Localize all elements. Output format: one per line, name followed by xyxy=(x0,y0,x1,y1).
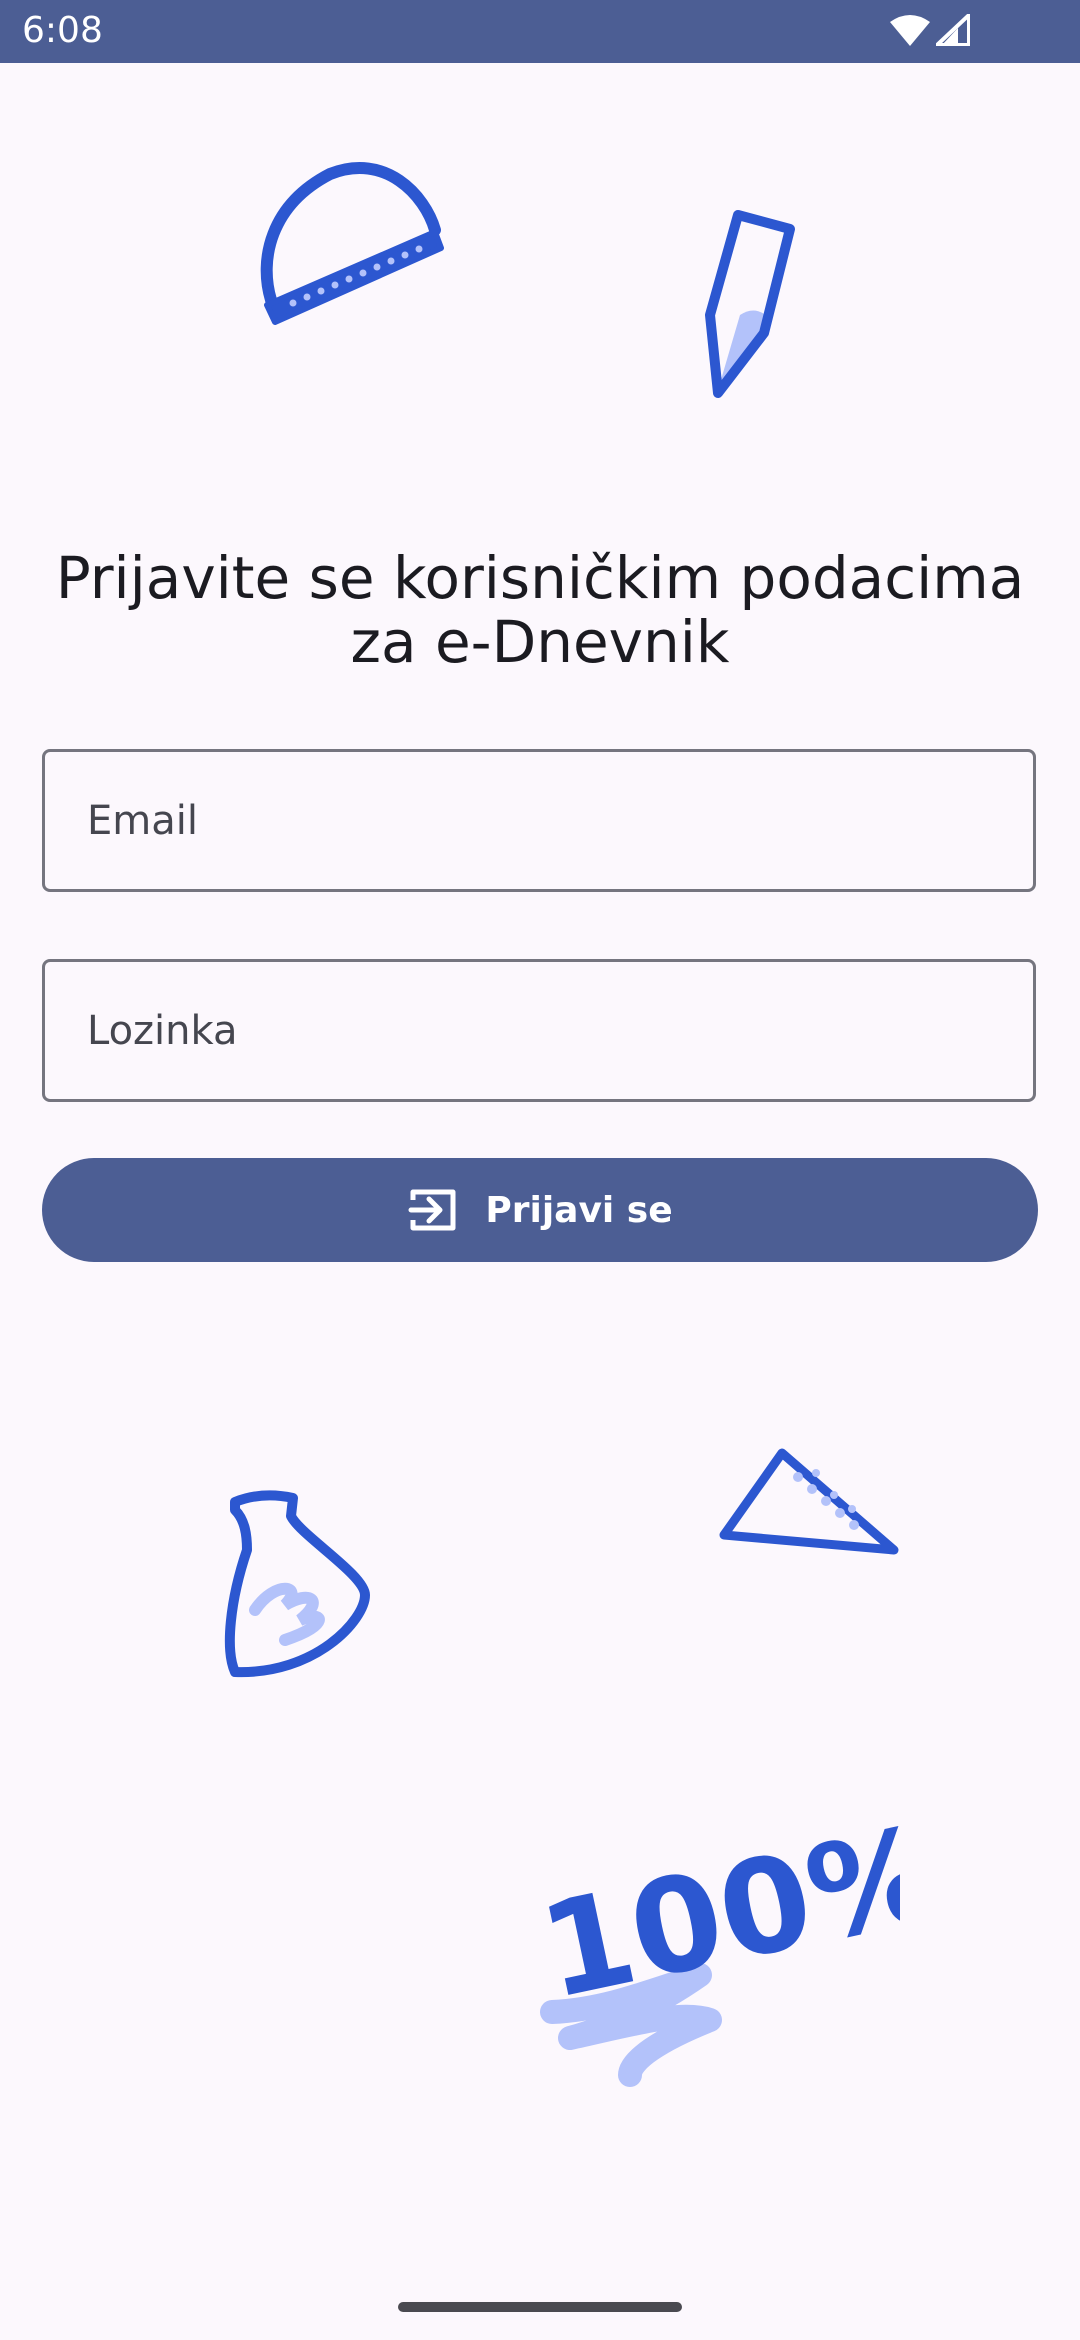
hundred-percent-doodle: 100% xyxy=(530,1800,900,2087)
status-time: 6:08 xyxy=(22,10,103,51)
password-input[interactable] xyxy=(45,962,1033,1099)
login-button-label: Prijavi se xyxy=(485,1189,673,1231)
doodle-text: 100% xyxy=(530,1800,900,2028)
flask-icon xyxy=(224,1490,370,1678)
home-indicator[interactable] xyxy=(398,2302,682,2312)
pencil-icon xyxy=(705,210,795,398)
signal-icon xyxy=(936,14,970,46)
wifi-icon xyxy=(890,14,930,46)
email-field[interactable] xyxy=(42,749,1036,892)
status-bar: 6:08 xyxy=(0,0,1080,63)
protractor-icon xyxy=(260,162,444,325)
triangle-ruler-icon xyxy=(719,1448,899,1555)
email-input[interactable] xyxy=(45,752,1033,889)
password-field[interactable] xyxy=(42,959,1036,1102)
status-icons xyxy=(890,14,970,46)
page-title: Prijavite se korisničkim podacima za e-D… xyxy=(55,544,1025,676)
login-button[interactable]: Prijavi se xyxy=(42,1158,1038,1262)
login-icon xyxy=(407,1186,459,1234)
